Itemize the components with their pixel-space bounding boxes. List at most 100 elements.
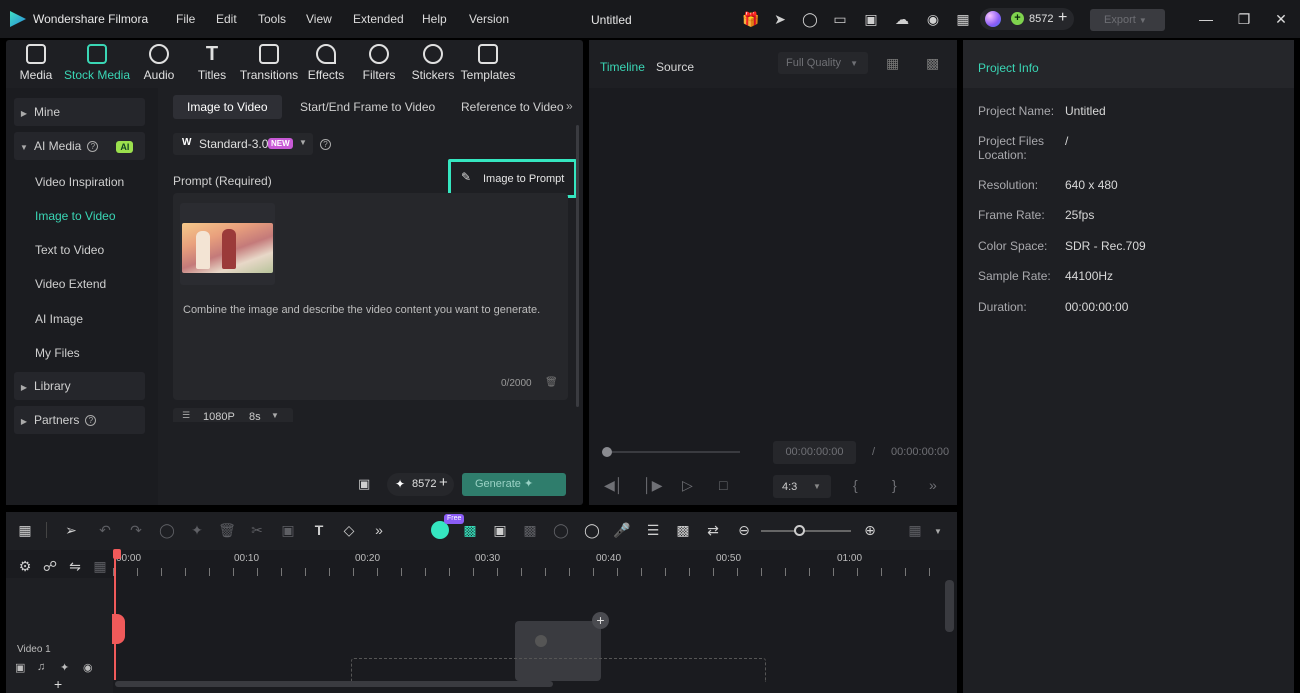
stop-icon[interactable]: □	[719, 477, 727, 493]
split-icon[interactable]: ✂	[248, 520, 266, 540]
crop-icon[interactable]: ▣	[279, 520, 297, 540]
vertical-scrollbar[interactable]	[945, 580, 954, 632]
export-button[interactable]: Export ▼	[1090, 9, 1165, 31]
track-layout-icon[interactable]: ▦	[906, 520, 924, 540]
ai-image-icon[interactable]: ▣	[358, 476, 370, 492]
microphone-icon[interactable]: 🎤	[613, 520, 631, 540]
cloud-upload-icon[interactable]: ☁	[894, 11, 910, 27]
restore-icon[interactable]: ❐	[1234, 9, 1254, 29]
menu-help[interactable]: Help	[422, 12, 447, 26]
fit-icon[interactable]: ⇄	[704, 520, 722, 540]
progress-handle[interactable]	[602, 447, 612, 457]
category-effects[interactable]: Effects	[296, 44, 356, 82]
more-tools-icon[interactable]: »	[370, 520, 388, 540]
quality-dropdown[interactable]: Full Quality ▼	[778, 52, 868, 74]
add-track-icon[interactable]: +	[54, 676, 62, 692]
category-audio[interactable]: Audio	[129, 44, 189, 82]
sidebar-item-video-inspiration[interactable]: Video Inspiration	[35, 175, 124, 189]
link-icon[interactable]: ⇋	[66, 556, 84, 576]
grid-view-icon[interactable]: ▦	[886, 55, 899, 72]
snapshot-icon[interactable]: ▩	[926, 55, 939, 72]
zoom-out-icon[interactable]: ⊖	[735, 520, 753, 540]
zoom-slider-handle[interactable]	[794, 525, 805, 536]
progress-track[interactable]	[602, 451, 740, 453]
save-icon[interactable]: ▣	[863, 11, 879, 27]
more-tabs-icon[interactable]: »	[566, 99, 573, 113]
audio-mixer-icon[interactable]: ☰	[644, 520, 662, 540]
credits-button[interactable]: ✦ 8572 +	[387, 473, 454, 496]
send-icon[interactable]: ➤	[772, 11, 788, 27]
add-credits-icon[interactable]: +	[1058, 9, 1067, 27]
menu-extended[interactable]: Extended	[353, 12, 404, 26]
sidebar-item-video-extend[interactable]: Video Extend	[35, 277, 106, 291]
sidebar-item-mine[interactable]: ▶ Mine	[14, 98, 145, 126]
trash-icon[interactable]: 🗑	[545, 377, 558, 388]
smart-cut-icon[interactable]: ▣	[491, 520, 509, 540]
shield-icon[interactable]: ◯	[583, 520, 601, 540]
more-controls-icon[interactable]: »	[929, 477, 937, 493]
apps-grid-icon[interactable]: ▦	[955, 11, 971, 27]
mark-out-icon[interactable]: }	[892, 477, 897, 493]
play-icon[interactable]: ▷	[682, 477, 693, 494]
menu-view[interactable]: View	[306, 12, 332, 26]
scrollbar[interactable]	[576, 125, 579, 407]
close-icon[interactable]: ✕	[1271, 9, 1291, 29]
category-templates[interactable]: Templates	[458, 44, 518, 82]
replace-icon[interactable]: ▩	[674, 520, 692, 540]
settings-bar[interactable]: ☰ 1080P 8s ▼	[173, 408, 293, 422]
speed-icon[interactable]: ◯	[552, 520, 570, 540]
timeline-settings-icon[interactable]: ⚙	[16, 556, 34, 576]
tab-image-to-video[interactable]: Image to Video	[173, 95, 282, 119]
layout-grid-icon[interactable]: ▦	[16, 520, 34, 540]
category-titles[interactable]: T Titles	[182, 44, 242, 82]
sidebar-item-ai-image[interactable]: AI Image	[35, 312, 83, 326]
model-selector[interactable]: W Standard-3.0 NEW ▼	[173, 133, 313, 155]
volume-icon[interactable]: ♫	[37, 661, 45, 673]
sidebar-item-partners[interactable]: ▶ Partners?	[14, 406, 145, 434]
menu-version[interactable]: Version	[469, 12, 509, 26]
tab-timeline[interactable]: Timeline	[600, 60, 645, 74]
aspect-dropdown[interactable]: 4:3 ▼	[773, 475, 831, 498]
lock-icon[interactable]: ▣	[15, 661, 25, 674]
menu-file[interactable]: File	[176, 12, 195, 26]
prev-frame-icon[interactable]: ◀│	[604, 477, 624, 494]
undo-icon[interactable]: ↶	[96, 520, 114, 540]
category-stock-media[interactable]: Stock Media	[63, 44, 131, 82]
empty-track-area[interactable]	[351, 658, 766, 682]
category-filters[interactable]: Filters	[349, 44, 409, 82]
sidebar-item-ai-media[interactable]: ▼ AI Media? AI	[14, 132, 145, 160]
eye-icon[interactable]: ◉	[83, 661, 93, 674]
menu-edit[interactable]: Edit	[216, 12, 237, 26]
auto-sync-icon[interactable]: ▩	[461, 520, 479, 540]
tab-start-end-frame[interactable]: Start/End Frame to Video	[300, 95, 435, 119]
gift-icon[interactable]: 🎁	[742, 11, 759, 27]
tab-reference-to-video[interactable]: Reference to Video	[461, 95, 564, 119]
category-transitions[interactable]: Transitions	[239, 44, 299, 82]
minimize-icon[interactable]: —	[1196, 9, 1216, 29]
tab-source[interactable]: Source	[656, 60, 694, 74]
playhead-marker[interactable]	[112, 614, 125, 644]
generate-button[interactable]: Generate ✦	[462, 473, 566, 496]
add-media-icon[interactable]: +	[592, 612, 609, 629]
playhead-handle[interactable]	[113, 549, 121, 559]
help-icon[interactable]: ?	[85, 415, 97, 427]
avatar[interactable]	[985, 11, 1001, 27]
sidebar-item-my-files[interactable]: My Files	[35, 346, 80, 360]
headset-icon[interactable]: ◉	[925, 11, 941, 27]
unlink-icon[interactable]: ☍	[41, 556, 59, 576]
help-icon[interactable]: ?	[87, 141, 99, 153]
category-media[interactable]: Media	[6, 44, 66, 82]
image-edit-icon[interactable]: ▩	[521, 520, 539, 540]
shape-icon[interactable]: ◇	[340, 520, 358, 540]
menu-tools[interactable]: Tools	[258, 12, 286, 26]
select-tool-icon[interactable]: ➢	[62, 520, 80, 540]
delete-icon[interactable]: 🗑	[218, 520, 236, 540]
monitor-icon[interactable]: ▭	[832, 11, 848, 27]
zoom-slider[interactable]	[761, 530, 851, 532]
next-frame-icon[interactable]: │▶	[643, 477, 663, 494]
track-options-icon[interactable]: ▦	[91, 556, 109, 576]
magic-icon[interactable]: ✦	[60, 661, 69, 674]
help-icon[interactable]: ?	[320, 139, 331, 150]
mark-in-icon[interactable]: {	[853, 477, 858, 493]
zoom-in-icon[interactable]: ⊕	[861, 520, 879, 540]
